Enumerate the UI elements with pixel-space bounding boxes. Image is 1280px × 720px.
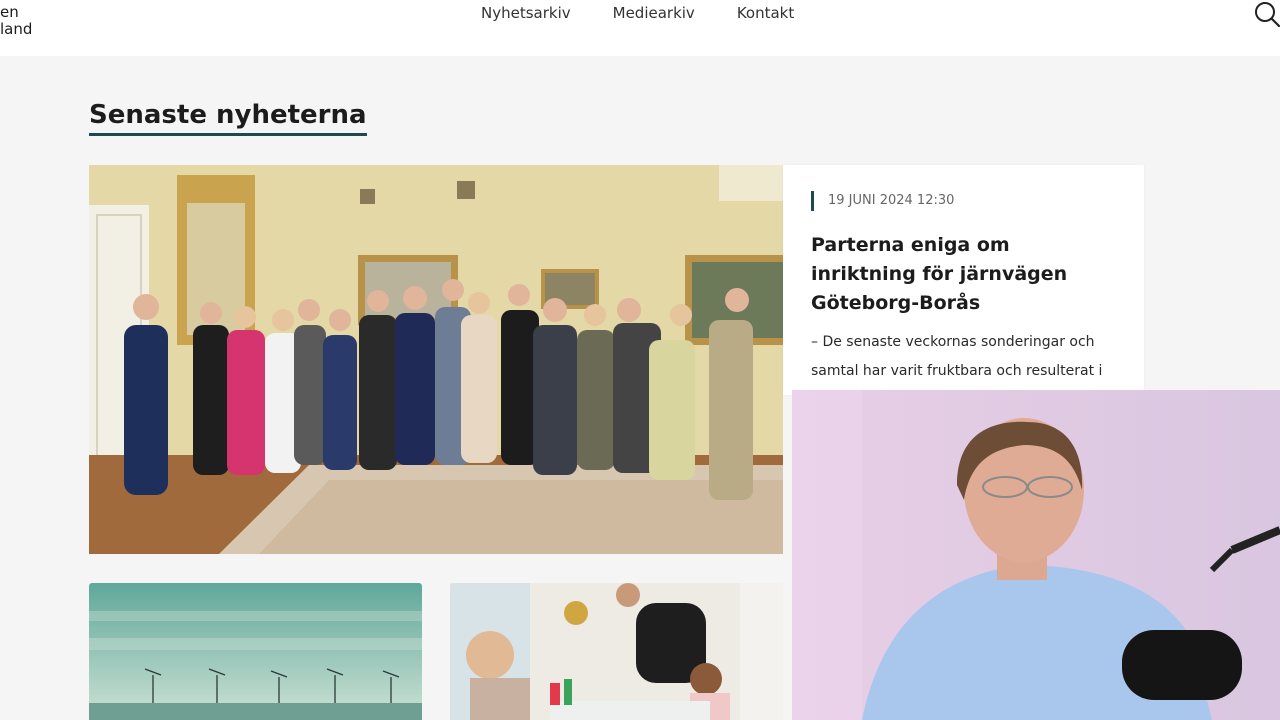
site-header: en land Nyhetsarkiv Mediearkiv Kontakt	[0, 0, 1280, 56]
news-date: 19 JUNI 2024 12:30	[811, 191, 1116, 211]
section-title: Senaste nyheterna	[89, 100, 367, 136]
nav-item-mediearkiv[interactable]: Mediearkiv	[613, 4, 695, 22]
nav-item-kontakt[interactable]: Kontakt	[737, 4, 794, 22]
news-card-image-windfarm[interactable]	[89, 583, 422, 720]
webcam-overlay	[792, 390, 1280, 720]
main-nav: Nyhetsarkiv Mediearkiv Kontakt	[481, 4, 794, 22]
news-headline[interactable]: Parterna eniga om inriktning för järnväg…	[811, 231, 1116, 318]
featured-news-image[interactable]	[89, 165, 783, 554]
news-card-image-family[interactable]	[450, 583, 783, 720]
logo-line-2: land	[0, 20, 33, 38]
featured-news-card: 19 JUNI 2024 12:30 Parterna eniga om inr…	[783, 165, 1144, 437]
site-logo[interactable]: en land	[0, 4, 32, 38]
search-icon[interactable]	[1252, 0, 1280, 30]
nav-item-nyhetsarkiv[interactable]: Nyhetsarkiv	[481, 4, 571, 22]
logo-line-1: en	[0, 3, 19, 21]
